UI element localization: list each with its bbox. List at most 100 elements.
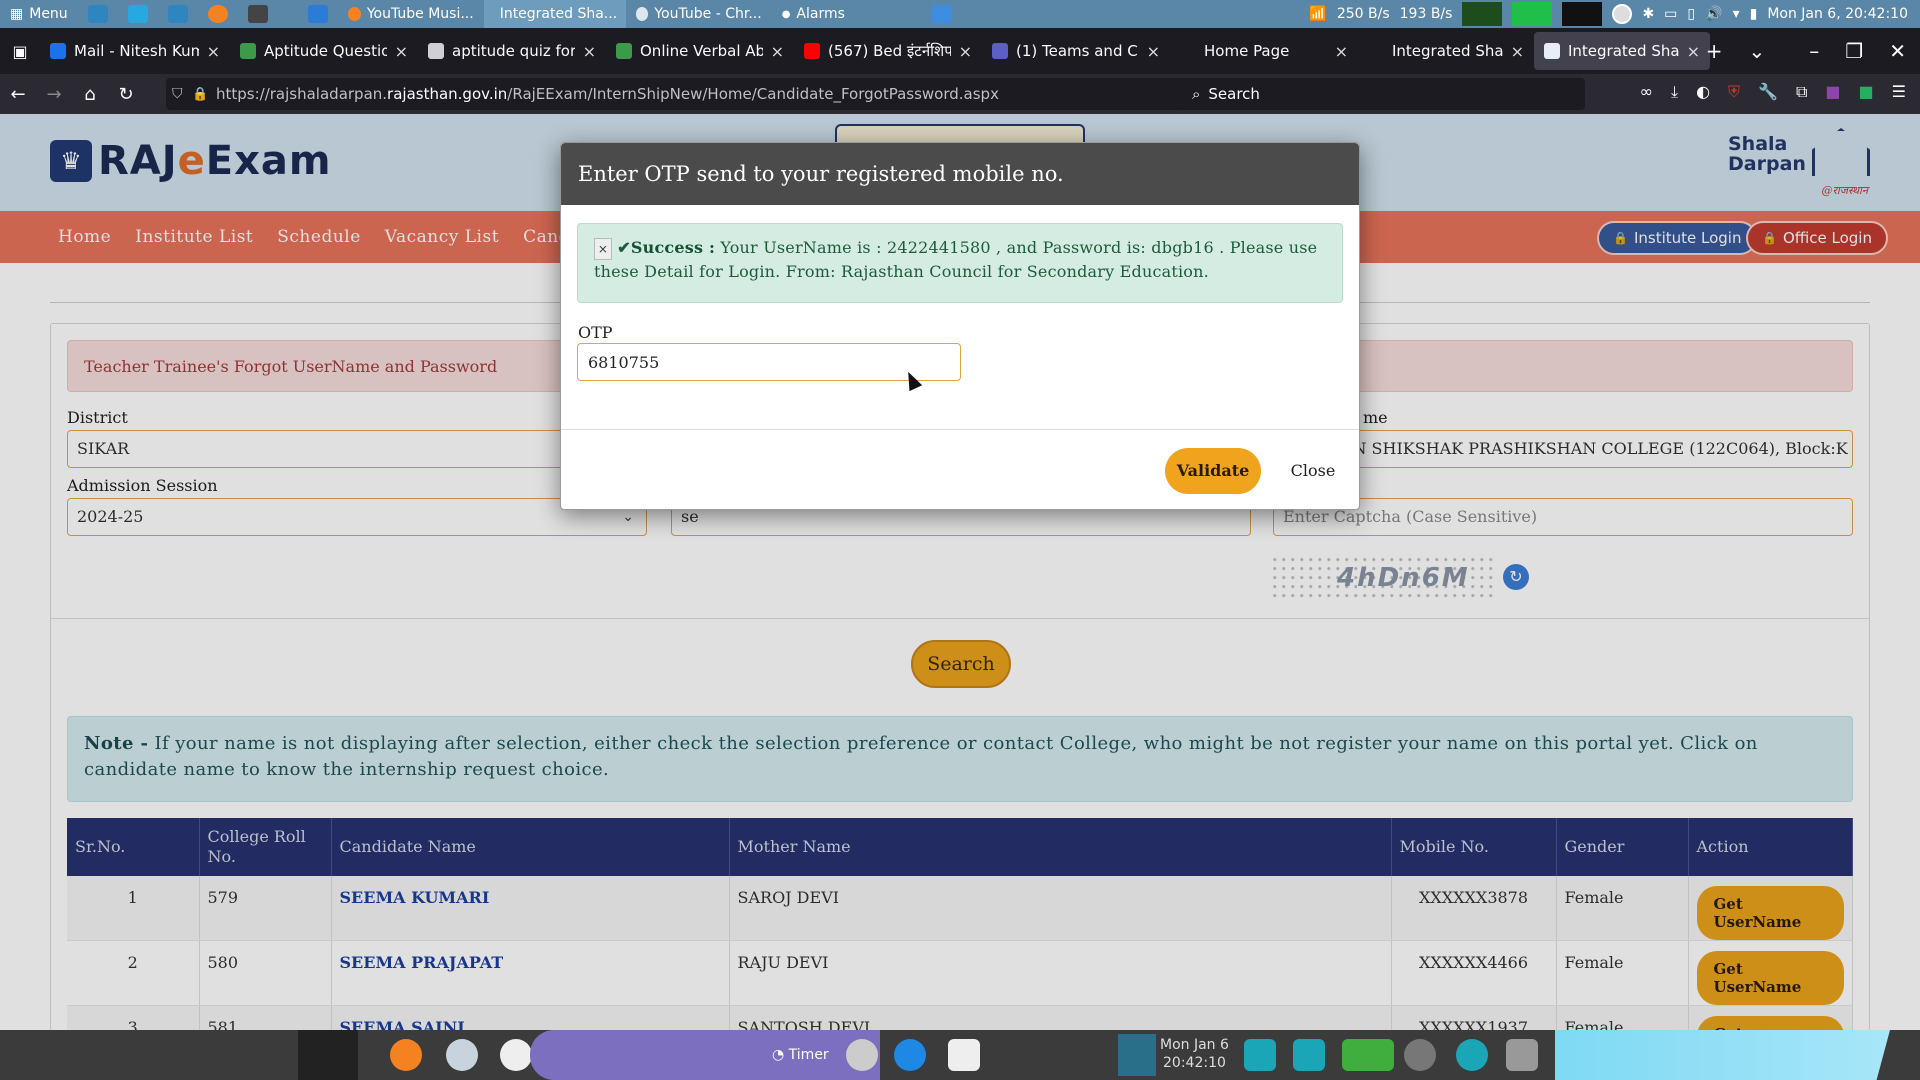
browser-tab[interactable]: (1) Teams and Chan × <box>982 32 1170 70</box>
tab-label: Home Page <box>1204 42 1290 60</box>
ublock-icon[interactable]: ⛨ <box>1728 82 1740 102</box>
search-icon: ⌕ <box>1192 85 1201 103</box>
tab-favicon-icon <box>1180 43 1196 59</box>
system-clock[interactable]: Mon Jan 6, 20:42:10 <box>1767 6 1908 22</box>
taskbar-search-icon[interactable] <box>1456 1039 1488 1071</box>
task-integrated-shala[interactable]: Integrated Sha... <box>483 0 626 28</box>
tab-favicon-icon <box>50 43 66 59</box>
otp-label: OTP <box>578 323 613 342</box>
tab-close-icon[interactable]: × <box>1335 42 1348 61</box>
url-path: /RajEExam/InternShipNew/Home/Candidate_F… <box>507 85 999 103</box>
browser-tab[interactable]: Integrated ShalaDa × <box>1534 32 1710 70</box>
forward-arrow-icon[interactable]: → <box>36 84 72 105</box>
terminal-icon <box>247 5 268 23</box>
wifi-icon[interactable]: 📶 <box>1309 6 1326 22</box>
search-placeholder: Search <box>1208 85 1260 103</box>
extension-purple-icon[interactable]: ■ <box>1825 82 1840 102</box>
launcher-files-2[interactable] <box>158 0 198 28</box>
tab-close-icon[interactable]: × <box>207 42 220 61</box>
browser-tab[interactable]: (567) Bed इंटर्नशिप × <box>794 32 982 70</box>
tab-close-icon[interactable]: × <box>1687 42 1700 61</box>
back-arrow-icon[interactable]: ← <box>0 84 36 105</box>
task-youtube-chrome[interactable]: YouTube - Chr... <box>626 0 772 28</box>
shield-icon[interactable]: ⛉ <box>172 86 183 102</box>
url-bar[interactable]: ⛉ 🔒 https://rajshaladarpan. rajasthan.gov… <box>166 78 1318 110</box>
taskbar-switcher-icon[interactable] <box>1506 1039 1538 1071</box>
clock-icon[interactable] <box>1612 4 1633 24</box>
taskbar-settings-icon[interactable] <box>846 1039 878 1071</box>
task-alarms[interactable]: ● Alarms <box>772 0 922 28</box>
browser-tab[interactable]: Integrated ShalaDarpa × <box>1358 32 1534 70</box>
taskbar-teal-app-icon[interactable] <box>1244 1039 1276 1071</box>
taskbar-green-chat-icon[interactable] <box>1342 1039 1394 1071</box>
lock-icon[interactable]: 🔒 <box>192 87 208 102</box>
tab-overview-icon[interactable]: ▣ <box>0 42 40 61</box>
network-icon[interactable]: ▾ <box>1733 6 1740 22</box>
tab-close-icon[interactable]: × <box>1147 42 1160 61</box>
browser-tab[interactable]: aptitude quiz for pl × <box>418 32 606 70</box>
tab-close-icon[interactable]: × <box>395 42 408 61</box>
menu-button[interactable]: ▦ Menu <box>0 0 78 28</box>
alert-close-button[interactable]: × <box>594 237 612 260</box>
task-youtube-music[interactable]: YouTube Musi... <box>338 0 484 28</box>
tab-label: aptitude quiz for pl <box>452 42 575 60</box>
cloud-app[interactable] <box>922 0 962 28</box>
volume-icon[interactable]: 🔊 <box>1705 6 1722 22</box>
taskbar-firefox-icon[interactable] <box>390 1039 422 1071</box>
browser-tab[interactable]: Aptitude Questions × <box>230 32 418 70</box>
hamburger-menu-icon[interactable]: ☰ <box>1892 82 1906 102</box>
apps-grid-icon: ▦ <box>10 6 24 22</box>
browser-tab[interactable]: Home Page × <box>1170 32 1358 70</box>
taskbar-clock-icon[interactable] <box>500 1039 532 1071</box>
tab-close-icon[interactable]: × <box>583 42 596 61</box>
taskbar-book-icon[interactable] <box>948 1039 980 1071</box>
taskbar-chrome-icon[interactable] <box>446 1039 478 1071</box>
reload-icon[interactable]: ↻ <box>108 84 144 105</box>
launcher-downloads[interactable] <box>118 0 158 28</box>
new-tab-button[interactable]: + <box>1706 39 1723 63</box>
close-button[interactable]: Close <box>1283 448 1343 494</box>
task-label: Integrated Sha... <box>499 6 618 22</box>
launcher-files[interactable] <box>78 0 118 28</box>
private-mask-icon[interactable]: ∞ <box>1640 82 1653 102</box>
tab-close-icon[interactable]: × <box>959 42 972 61</box>
extension-green-icon[interactable]: ■ <box>1859 82 1874 102</box>
tab-label: (1) Teams and Chan <box>1016 42 1139 60</box>
taskbar-date[interactable]: Mon Jan 6 20:42:10 <box>1160 1036 1229 1072</box>
tab-close-icon[interactable]: × <box>1511 42 1524 61</box>
firefox-icon <box>207 5 228 23</box>
restore-icon[interactable]: ❐ <box>1845 39 1863 63</box>
timer-label: Timer <box>788 1047 829 1063</box>
validate-button[interactable]: Validate <box>1165 448 1261 494</box>
chrome-icon <box>635 7 649 21</box>
timer-widget[interactable]: ◔ Timer <box>530 1030 880 1080</box>
tab-label: Mail - Nitesh Kuma <box>74 42 199 60</box>
extensions-puzzle-icon[interactable]: ⧉ <box>1796 82 1807 102</box>
taskbar-accessibility-icon[interactable] <box>894 1039 926 1071</box>
wrench-icon[interactable]: 🔧 <box>1758 82 1778 102</box>
tab-close-icon[interactable]: × <box>771 42 784 61</box>
close-window-icon[interactable]: ✕ <box>1889 39 1906 63</box>
battery-icon[interactable]: ▯ <box>1687 6 1695 22</box>
launcher-firefox[interactable] <box>198 0 238 28</box>
task-label: YouTube - Chr... <box>654 6 762 22</box>
keyboard-icon[interactable]: ▮ <box>1750 6 1758 22</box>
download-icon <box>127 5 148 23</box>
modal-title: Enter OTP send to your registered mobile… <box>561 143 1359 205</box>
display-icon[interactable]: ▭ <box>1664 6 1677 22</box>
browser-tab-strip: ▣ Mail - Nitesh Kuma × Aptitude Questions ×… <box>0 28 1920 74</box>
browser-tab[interactable]: Mail - Nitesh Kuma × <box>40 32 230 70</box>
minimize-icon[interactable]: – <box>1809 39 1819 63</box>
home-icon[interactable]: ⌂ <box>72 84 108 105</box>
dark-reader-icon[interactable]: ◐ <box>1696 82 1710 102</box>
search-field[interactable]: ⌕ Search <box>1180 78 1585 110</box>
tab-favicon-icon <box>240 43 256 59</box>
bluetooth-icon[interactable]: ✱ <box>1642 6 1654 22</box>
tab-list-chevron-icon[interactable]: ⌄ <box>1749 39 1766 63</box>
downloads-icon[interactable]: ⤓ <box>1671 82 1678 102</box>
taskbar-gear-icon[interactable] <box>1404 1039 1436 1071</box>
browser-tab[interactable]: Online Verbal Abilit × <box>606 32 794 70</box>
launcher-vscode[interactable] <box>298 0 338 28</box>
launcher-terminal[interactable] <box>238 0 278 28</box>
taskbar-teal-app-icon-2[interactable] <box>1293 1039 1325 1071</box>
